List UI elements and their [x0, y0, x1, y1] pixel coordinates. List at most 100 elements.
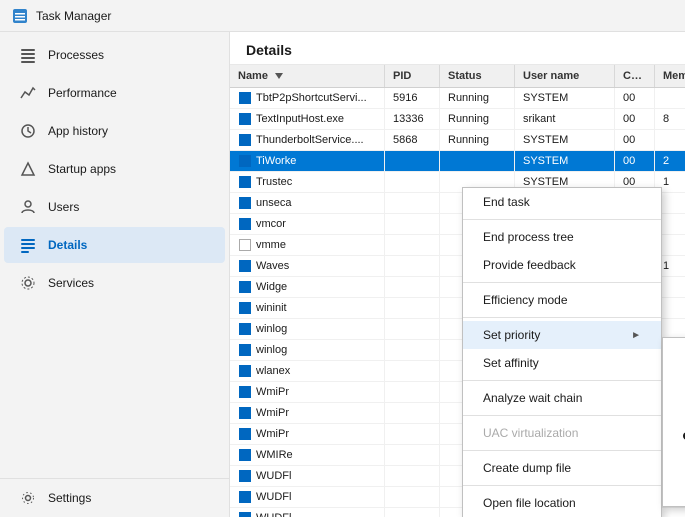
row-icon — [238, 511, 252, 517]
sidebar-item-app-history[interactable]: App history — [4, 113, 225, 149]
cell-pid — [385, 340, 440, 360]
cell-cpu: 00 — [615, 151, 655, 171]
col-header-status[interactable]: Status — [440, 65, 515, 87]
cell-username: SYSTEM — [515, 151, 615, 171]
cell-pid — [385, 298, 440, 318]
submenu-below-normal[interactable]: Below normal — [663, 450, 685, 478]
row-icon — [238, 343, 252, 357]
sidebar-item-settings-label: Settings — [48, 491, 91, 505]
cell-pid — [385, 256, 440, 276]
cell-username: srikant — [515, 109, 615, 129]
row-icon — [238, 280, 252, 294]
row-icon — [238, 406, 252, 420]
cell-status — [440, 151, 515, 171]
table-row[interactable]: TbtP2pShortcutServi... 5916 Running SYST… — [230, 88, 685, 109]
context-menu-open-file-location[interactable]: Open file location — [463, 489, 661, 517]
cell-name: wininit — [230, 298, 385, 318]
cell-name: WmiPr — [230, 424, 385, 444]
processes-icon — [20, 47, 36, 63]
context-menu-end-process-tree[interactable]: End process tree — [463, 223, 661, 251]
sidebar-item-app-history-label: App history — [48, 124, 108, 138]
cell-name: ThunderboltService.... — [230, 130, 385, 150]
cell-pid — [385, 277, 440, 297]
context-menu-sep-7 — [463, 485, 661, 486]
submenu-realtime[interactable]: Realtime — [663, 338, 685, 366]
cell-cpu: 00 — [615, 88, 655, 108]
cell-name: vmme — [230, 235, 385, 255]
cell-name: Widge — [230, 277, 385, 297]
context-menu-sep-4 — [463, 380, 661, 381]
cell-name: TextInputHost.exe — [230, 109, 385, 129]
submenu-above-normal[interactable]: Above normal — [663, 394, 685, 422]
cell-pid — [385, 361, 440, 381]
cell-memo: 2 — [655, 151, 685, 171]
cell-status: Running — [440, 130, 515, 150]
cell-pid — [385, 151, 440, 171]
cell-pid — [385, 235, 440, 255]
context-menu-analyze-wait-chain[interactable]: Analyze wait chain — [463, 384, 661, 412]
cell-name: WMIRe — [230, 445, 385, 465]
row-icon — [238, 469, 252, 483]
cell-status: Running — [440, 88, 515, 108]
table-header: Name PID Status User name CPU Memo — [230, 65, 685, 88]
col-header-memo[interactable]: Memo — [655, 65, 685, 87]
sidebar-item-users-label: Users — [48, 200, 79, 214]
cell-pid — [385, 214, 440, 234]
context-menu-sep-6 — [463, 450, 661, 451]
table-row[interactable]: TextInputHost.exe 13336 Running srikant … — [230, 109, 685, 130]
sidebar-item-performance[interactable]: Performance — [4, 75, 225, 111]
cell-username: SYSTEM — [515, 88, 615, 108]
context-menu-provide-feedback[interactable]: Provide feedback — [463, 251, 661, 279]
cell-pid — [385, 508, 440, 517]
sidebar-item-processes-label: Processes — [48, 48, 104, 62]
users-icon — [20, 199, 36, 215]
context-menu-end-task[interactable]: End task — [463, 188, 661, 216]
row-icon — [238, 259, 252, 273]
task-manager-icon — [12, 8, 28, 24]
sidebar-item-settings[interactable]: Settings — [4, 480, 225, 516]
cell-cpu: 00 — [615, 109, 655, 129]
table-row[interactable]: TiWorke SYSTEM 00 2 — [230, 151, 685, 172]
cell-name: WmiPr — [230, 403, 385, 423]
content-header: Details — [230, 32, 685, 65]
submenu-high[interactable]: High — [663, 366, 685, 394]
submenu-low[interactable]: Low — [663, 478, 685, 506]
cell-name: winlog — [230, 340, 385, 360]
cell-pid — [385, 424, 440, 444]
context-menu-efficiency-mode[interactable]: Efficiency mode — [463, 286, 661, 314]
submenu-normal[interactable]: Normal — [663, 422, 685, 450]
sidebar-item-services[interactable]: Services — [4, 265, 225, 301]
sidebar-item-details-label: Details — [48, 238, 87, 252]
context-menu-sep-1 — [463, 219, 661, 220]
row-icon — [238, 175, 252, 189]
context-menu-create-dump-file[interactable]: Create dump file — [463, 454, 661, 482]
table-row[interactable]: ThunderboltService.... 5868 Running SYST… — [230, 130, 685, 151]
cell-pid — [385, 172, 440, 192]
context-menu-sep-2 — [463, 282, 661, 283]
sidebar-item-startup-apps[interactable]: Startup apps — [4, 151, 225, 187]
col-header-username[interactable]: User name — [515, 65, 615, 87]
cell-name: Waves — [230, 256, 385, 276]
performance-icon — [20, 85, 36, 101]
sidebar-item-users[interactable]: Users — [4, 189, 225, 225]
cell-name: WUDFl — [230, 466, 385, 486]
row-icon — [238, 112, 252, 126]
cell-status: Running — [440, 109, 515, 129]
col-header-pid[interactable]: PID — [385, 65, 440, 87]
row-icon — [238, 154, 252, 168]
row-icon — [238, 238, 252, 252]
cell-pid — [385, 487, 440, 507]
cell-pid — [385, 319, 440, 339]
cell-name: wlanex — [230, 361, 385, 381]
row-icon — [238, 133, 252, 147]
row-icon — [238, 490, 252, 504]
row-icon — [238, 364, 252, 378]
col-header-cpu[interactable]: CPU — [615, 65, 655, 87]
cell-name: Trustec — [230, 172, 385, 192]
context-menu-set-priority[interactable]: Set priority ► — [463, 321, 661, 349]
col-header-name[interactable]: Name — [230, 65, 385, 87]
submenu-set-priority: Realtime High Above normal Normal Below … — [662, 337, 685, 507]
context-menu-set-affinity[interactable]: Set affinity — [463, 349, 661, 377]
sidebar-item-details[interactable]: Details — [4, 227, 225, 263]
sidebar-item-processes[interactable]: Processes — [4, 37, 225, 73]
